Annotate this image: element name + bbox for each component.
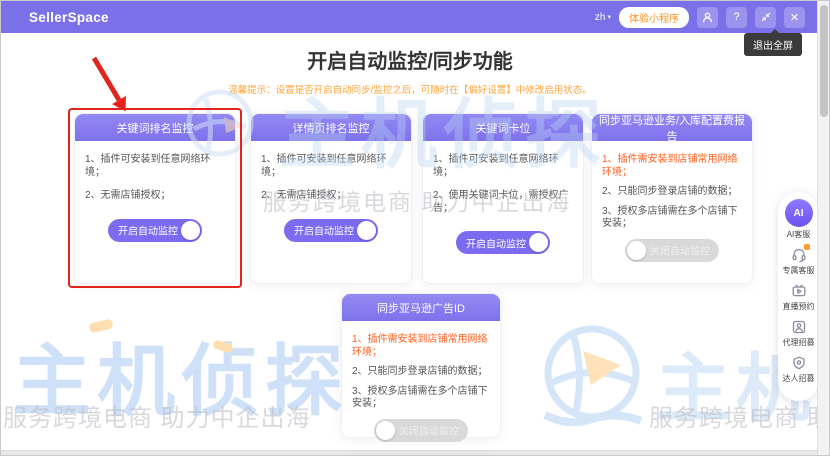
auto-monitor-toggle[interactable]: 开启自动监控 <box>284 219 378 242</box>
toggle-label: 开启自动监控 <box>118 223 178 238</box>
app-window: 主机侦探 服务跨境电商 助力中企出海 主机侦探 服务跨境电商 助力中企出海 主机… <box>0 0 830 456</box>
card-keyword-rank-monitor: 关键词排名监控 1、插件可安装到任意网络环境； 2、无需店铺授权； 开启自动监控 <box>74 113 236 284</box>
watermark-slogan: 服务跨境电商 助力中企出海 <box>3 398 311 433</box>
scrollbar-track[interactable] <box>817 1 829 456</box>
sidebar-item-label: 代理招募 <box>783 337 815 348</box>
close-button[interactable]: ✕ <box>784 7 805 28</box>
notice-text: 温馨提示：设置是否开启自动同步/监控之后，可随时在【偏好设置】中修改启用状态。 <box>1 82 819 96</box>
card-body: 1、插件需安装到店铺常用网络环境； 2、只能同步登录店铺的数据； 3、授权多店铺… <box>342 321 500 442</box>
watermark-brand: 主机侦探 <box>13 319 349 431</box>
watermark-slogan: 服务跨境电商 助力中企出海 <box>649 398 830 433</box>
toggle-wrap: 开启自动监控 <box>85 219 225 242</box>
card-keyword-slot: 关键词卡位 1、插件可安装到任意网络环境； 2、使用关键词卡位，需授权广告； 开… <box>422 113 584 284</box>
language-selector[interactable]: zh ▾ <box>595 12 611 23</box>
card-title: 同步亚马逊业务/入库配置费报告 <box>592 114 752 141</box>
card-item-highlight: 1、插件需安装到店铺常用网络环境； <box>352 334 490 359</box>
card-body: 1、插件需安装到店铺常用网络环境； 2、只能同步登录店铺的数据； 3、授权多店铺… <box>592 141 752 262</box>
sidebar-item-label: 直播预约 <box>783 301 815 312</box>
card-item: 3、授权多店铺需在多个店铺下安装； <box>602 206 742 231</box>
sidebar-item-label: 专属客服 <box>783 265 815 276</box>
close-icon: ✕ <box>790 11 799 24</box>
sidebar-item-dedicated-service[interactable]: 专属客服 <box>783 246 815 276</box>
card-body: 1、插件可安装到任意网络环境； 2、无需店铺授权； 开启自动监控 <box>75 141 235 242</box>
card-item: 1、插件可安装到任意网络环境； <box>85 154 225 179</box>
user-icon <box>701 11 714 24</box>
auto-monitor-toggle[interactable]: 开启自动监控 <box>108 219 202 242</box>
card-item: 2、只能同步登录店铺的数据； <box>602 186 742 199</box>
side-toolbar: AI AI客服 专属客服 <box>778 192 819 401</box>
watermark-accent <box>88 319 114 334</box>
toggle-knob <box>627 241 646 260</box>
card-title: 详情页排名监控 <box>251 114 411 141</box>
app-logo: SellerSpace <box>29 10 109 25</box>
toggle-knob <box>181 221 200 240</box>
exit-fullscreen-tooltip: 退出全屏 <box>744 33 802 56</box>
auto-monitor-toggle[interactable]: 开启自动监控 <box>456 231 550 254</box>
toggle-label: 开启自动监控 <box>466 235 526 250</box>
ai-robot-icon: AI <box>785 199 813 227</box>
auto-monitor-toggle[interactable]: 关闭自动监控 <box>374 419 468 442</box>
card-body: 1、插件可安装到任意网络环境； 2、无需店铺授权； 开启自动监控 <box>251 141 411 242</box>
card-title: 同步亚马逊广告ID <box>342 294 500 321</box>
card-item: 1、插件可安装到任意网络环境； <box>261 154 401 179</box>
notification-badge <box>804 244 810 250</box>
card-title: 关键词卡位 <box>423 114 583 141</box>
auto-monitor-toggle[interactable]: 关闭自动监控 <box>625 239 719 262</box>
help-button[interactable]: ? <box>726 7 747 28</box>
watermark-logo <box>539 323 645 435</box>
user-button[interactable] <box>697 7 718 28</box>
card-item: 1、插件可安装到任意网络环境； <box>433 154 573 179</box>
topbar-actions: zh ▾ 体验小程序 ? ✕ <box>595 7 819 28</box>
card-item-highlight: 1、插件需安装到店铺常用网络环境； <box>602 154 742 179</box>
toggle-label: 开启自动监控 <box>294 223 354 238</box>
sidebar-item-label: 达人招募 <box>783 373 815 384</box>
exit-fullscreen-icon <box>760 11 772 23</box>
sidebar-item-agent-recruit[interactable]: 代理招募 <box>783 318 815 348</box>
card-title: 关键词排名监控 <box>75 114 235 141</box>
toggle-knob <box>529 233 548 252</box>
toggle-label: 关闭自动监控 <box>650 243 710 258</box>
language-code: zh <box>595 12 606 23</box>
card-item: 2、无需店铺授权； <box>261 190 401 203</box>
live-video-icon <box>791 283 807 299</box>
agent-person-icon <box>791 319 807 335</box>
window-bottom-edge <box>1 450 830 455</box>
card-sync-amazon-ad-id: 同步亚马逊广告ID 1、插件需安装到店铺常用网络环境； 2、只能同步登录店铺的数… <box>341 293 501 438</box>
mini-program-button[interactable]: 体验小程序 <box>619 7 689 28</box>
toggle-knob <box>357 221 376 240</box>
card-detail-page-rank-monitor: 详情页排名监控 1、插件可安装到任意网络环境； 2、无需店铺授权； 开启自动监控 <box>250 113 412 284</box>
toggle-wrap: 关闭自动监控 <box>352 419 490 442</box>
card-item: 2、只能同步登录店铺的数据； <box>352 366 490 379</box>
sidebar-item-ai-service[interactable]: AI AI客服 <box>785 199 813 240</box>
sidebar-item-live-booking[interactable]: 直播预约 <box>783 282 815 312</box>
scrollbar-thumb[interactable] <box>820 5 828 117</box>
exit-fullscreen-button[interactable] <box>755 7 776 28</box>
toggle-wrap: 关闭自动监控 <box>602 239 742 262</box>
top-bar: SellerSpace zh ▾ 体验小程序 ? <box>1 1 819 33</box>
card-sync-amazon-business: 同步亚马逊业务/入库配置费报告 1、插件需安装到店铺常用网络环境； 2、只能同步… <box>591 113 753 284</box>
page-title: 开启自动监控/同步功能 <box>1 45 819 74</box>
help-icon: ? <box>733 11 739 23</box>
sidebar-item-label: AI客服 <box>787 229 811 240</box>
toggle-knob <box>376 421 395 440</box>
toggle-wrap: 开启自动监控 <box>261 219 401 242</box>
chevron-down-icon: ▾ <box>607 13 611 21</box>
toggle-wrap: 开启自动监控 <box>433 231 573 254</box>
card-item: 2、使用关键词卡位，需授权广告； <box>433 190 573 215</box>
toggle-label: 关闭自动监控 <box>399 423 459 438</box>
badge-shield-icon <box>791 355 807 371</box>
card-item: 2、无需店铺授权； <box>85 190 225 203</box>
sidebar-item-influencer-recruit[interactable]: 达人招募 <box>783 354 815 384</box>
card-body: 1、插件可安装到任意网络环境； 2、使用关键词卡位，需授权广告； 开启自动监控 <box>423 141 583 254</box>
watermark-accent <box>212 339 234 354</box>
card-item: 3、授权多店铺需在多个店铺下安装； <box>352 386 490 411</box>
